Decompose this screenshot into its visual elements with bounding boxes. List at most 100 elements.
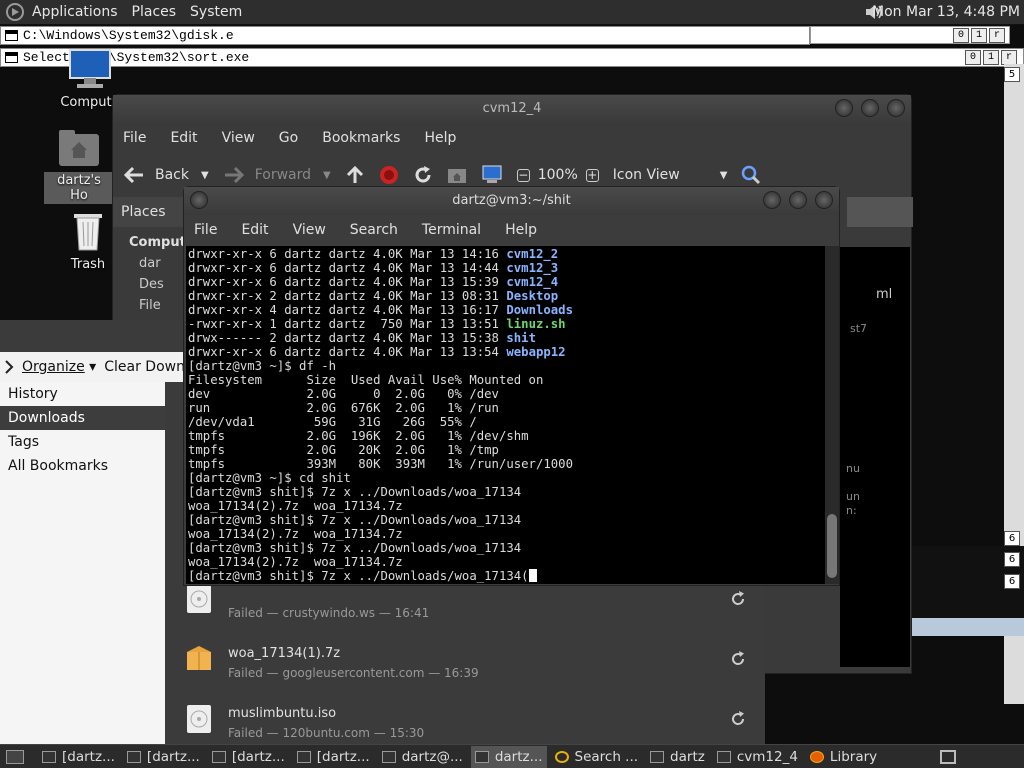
reload-button[interactable]: [413, 165, 433, 185]
taskbar-item[interactable]: dartz@...: [378, 746, 467, 768]
desktop-icon-home[interactable]: dartz's Ho: [44, 128, 114, 204]
sidebar-item-history[interactable]: History: [0, 382, 165, 406]
computer-button[interactable]: [481, 165, 503, 185]
window-titlebar[interactable]: cvm12_4: [113, 95, 911, 123]
show-desktop-icon[interactable]: [6, 749, 24, 764]
menu-edit[interactable]: Edit: [170, 130, 197, 146]
workspace-switcher-icon[interactable]: [940, 749, 956, 764]
sidebar-item-all-bookmarks[interactable]: All Bookmarks: [0, 454, 165, 478]
menu-go[interactable]: Go: [279, 130, 298, 146]
window-menu-button[interactable]: [190, 191, 208, 209]
cmd-window-gdisk[interactable]: C:\Windows\System32\gdisk.e: [0, 26, 810, 45]
window-titlebar[interactable]: dartz@vm3:~/shit: [184, 187, 839, 215]
cmd-icon: [5, 30, 18, 41]
file-label-fragment: n:: [846, 504, 857, 517]
minimize-button[interactable]: [763, 191, 781, 209]
cmd-window-sort[interactable]: Select dows\System32\sort.exe 0 1 r: [0, 48, 1024, 67]
minimize-button[interactable]: 0: [953, 28, 969, 43]
taskbar-item-label: dartz: [670, 748, 705, 765]
up-button[interactable]: [345, 165, 365, 185]
retry-icon[interactable]: [729, 590, 747, 608]
zoom-in-icon[interactable]: +: [585, 168, 599, 182]
maximize-button[interactable]: 1: [983, 50, 999, 65]
forward-arrow-icon: [224, 166, 244, 184]
disc-icon: [187, 705, 211, 733]
menu-bookmarks[interactable]: Bookmarks: [322, 130, 400, 146]
taskbar-item[interactable]: [dartz...: [293, 746, 374, 768]
download-status: Failed — crustywindo.ws — 16:41: [228, 606, 430, 620]
terminal-window[interactable]: dartz@vm3:~/shit File Edit View Search T…: [183, 186, 840, 586]
top-panel: Applications Places System Mon Mar 13, 4…: [0, 0, 1024, 25]
file-label-fragment: st7: [850, 322, 868, 335]
taskbar-item[interactable]: [dartz...: [208, 746, 289, 768]
download-item[interactable]: woa_17134(1).7z Failed — googleuserconte…: [170, 640, 765, 700]
menu-file[interactable]: File: [123, 130, 146, 146]
taskbar: [dartz... [dartz... [dartz... [dartz... dart…: [0, 744, 1024, 768]
maximize-button[interactable]: [789, 191, 807, 209]
home-button[interactable]: [447, 166, 467, 184]
window-icon: [296, 750, 311, 763]
forward-label: Forward: [254, 167, 312, 183]
taskbar-item[interactable]: dartz...: [470, 745, 547, 768]
close-button[interactable]: r: [989, 28, 1005, 43]
menu-places[interactable]: Places: [132, 4, 177, 20]
stop-button[interactable]: [379, 165, 399, 185]
sidebar-item[interactable]: Des: [113, 271, 188, 292]
taskbar-item[interactable]: [dartz...: [38, 746, 119, 768]
back-button[interactable]: Back ▼: [123, 166, 209, 184]
desktop-icon-trash[interactable]: Trash: [58, 208, 118, 273]
organize-button[interactable]: Organize ▾: [22, 359, 96, 375]
taskbar-item-label: [dartz...: [62, 748, 115, 765]
close-button[interactable]: r: [1001, 50, 1017, 65]
terminal-filename: shit: [506, 331, 536, 345]
menu-terminal[interactable]: Terminal: [422, 222, 481, 238]
menubar: File Edit View Search Terminal Help: [184, 215, 839, 245]
menu-view[interactable]: View: [293, 222, 326, 238]
menu-system[interactable]: System: [190, 4, 242, 20]
menu-edit[interactable]: Edit: [241, 222, 268, 238]
menu-file[interactable]: File: [194, 222, 217, 238]
minimize-button[interactable]: 0: [965, 50, 981, 65]
sidebar-item-downloads[interactable]: Downloads: [0, 406, 165, 430]
menu-applications[interactable]: Applications: [32, 4, 118, 20]
forward-button[interactable]: Forward ▼: [223, 166, 331, 184]
search-icon: [742, 165, 761, 185]
window-icon: [474, 750, 489, 763]
taskbar-item[interactable]: dartz: [646, 746, 709, 768]
download-item[interactable]: Failed — crustywindo.ws — 16:41: [170, 580, 765, 640]
distro-logo-icon[interactable]: [6, 3, 24, 21]
minimize-button[interactable]: [835, 99, 853, 117]
chevron-down-icon[interactable]: ▼: [323, 170, 331, 181]
taskbar-item[interactable]: cvm12_4: [713, 746, 802, 768]
terminal-line: [dartz@vm3 shit]$ 7z x ../Downloads/woa_…: [188, 569, 573, 583]
menu-help[interactable]: Help: [424, 130, 456, 146]
zoom-control[interactable]: − 100% +: [516, 167, 599, 183]
close-button[interactable]: [815, 191, 833, 209]
sidebar-item-tags[interactable]: Tags: [0, 430, 165, 454]
terminal-output[interactable]: drwxr-xr-x 6 dartz dartz 4.0K Mar 13 14:…: [186, 246, 826, 584]
terminal-line: tmpfs 393M 80K 393M 1% /run/user/1000: [188, 457, 573, 471]
menu-view[interactable]: View: [222, 130, 255, 146]
clock[interactable]: Mon Mar 13, 4:48 PM: [872, 4, 1020, 20]
menu-help[interactable]: Help: [505, 222, 537, 238]
retry-icon[interactable]: [729, 710, 747, 728]
sidebar-places-select[interactable]: Places: [113, 197, 188, 227]
taskbar-item[interactable]: Search ...: [551, 746, 643, 768]
taskbar-item[interactable]: [dartz...: [123, 746, 204, 768]
firefox-icon: [809, 750, 824, 763]
search-button[interactable]: [741, 165, 761, 185]
menu-search[interactable]: Search: [350, 222, 398, 238]
sidebar-item[interactable]: dar: [113, 250, 188, 271]
chevron-down-icon[interactable]: ▼: [201, 170, 209, 181]
retry-icon[interactable]: [729, 650, 747, 668]
maximize-button[interactable]: [861, 99, 879, 117]
terminal-scrollbar[interactable]: [825, 246, 839, 584]
scrollbar-thumb[interactable]: [827, 514, 837, 578]
chevron-right-icon[interactable]: [4, 360, 14, 374]
view-mode-select[interactable]: Icon View ▼: [613, 167, 728, 183]
close-button[interactable]: [887, 99, 905, 117]
zoom-out-icon[interactable]: −: [516, 168, 530, 182]
taskbar-item[interactable]: Library: [806, 746, 881, 768]
maximize-button[interactable]: 1: [971, 28, 987, 43]
sidebar-item[interactable]: File: [113, 292, 188, 313]
